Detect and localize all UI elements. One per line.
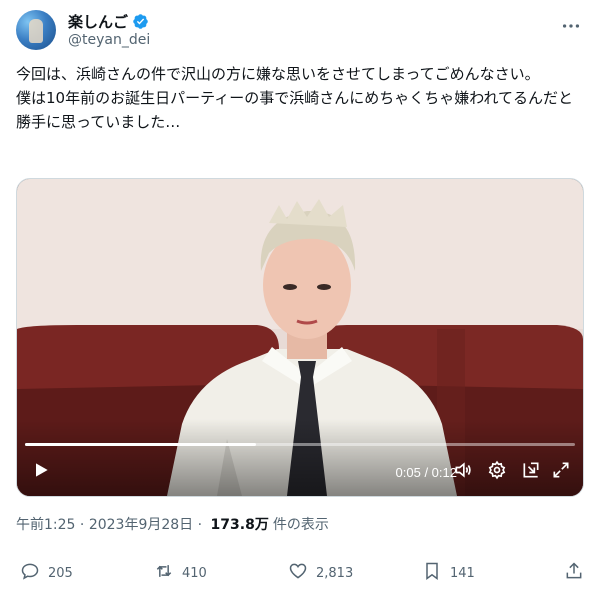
tweet-text: 今回は、浜崎さんの件で沢山の方に嫌な思いをさせてしまってごめんなさい。 僕は10… xyxy=(16,65,573,131)
like-button[interactable]: 2,813 xyxy=(288,561,353,585)
avatar[interactable] xyxy=(16,10,56,50)
retweet-icon xyxy=(154,561,174,585)
verified-badge-icon[interactable] xyxy=(132,13,149,30)
progress-fill xyxy=(25,443,256,446)
retweet-button[interactable]: 410 xyxy=(154,561,207,585)
tweet-date[interactable]: 2023年9月28日 xyxy=(89,514,193,534)
reply-button[interactable]: 205 xyxy=(20,561,73,585)
bookmark-icon xyxy=(422,561,442,585)
progress-bar[interactable] xyxy=(25,443,575,446)
tweet-header: 楽しんご @teyan_dei xyxy=(16,10,586,54)
more-icon[interactable] xyxy=(560,16,582,36)
video-time: 0:05 / 0:12 xyxy=(395,465,457,480)
reply-icon xyxy=(20,561,40,585)
meta-separator: · xyxy=(193,517,207,533)
picture-in-picture-icon[interactable] xyxy=(521,460,541,484)
tweet-meta: 午前1:25 · 2023年9月28日 · 173.8万 件の表示 xyxy=(16,514,329,534)
retweet-count: 410 xyxy=(182,565,207,581)
meta-separator: · xyxy=(75,517,89,533)
tweet-time[interactable]: 午前1:25 xyxy=(16,514,75,534)
video-player[interactable]: 0:05 / 0:12 xyxy=(16,178,584,497)
action-bar: 205 410 2,813 141 xyxy=(16,562,586,587)
video-frame xyxy=(17,179,583,496)
user-handle[interactable]: @teyan_dei xyxy=(68,32,150,48)
bookmark-button[interactable]: 141 xyxy=(422,561,475,585)
display-name[interactable]: 楽しんご xyxy=(68,11,128,32)
view-count: 173.8万 xyxy=(210,517,269,533)
name-row: 楽しんご xyxy=(68,11,149,32)
share-button[interactable] xyxy=(564,561,584,585)
reply-count: 205 xyxy=(48,565,73,581)
fullscreen-icon[interactable] xyxy=(551,460,571,484)
play-icon[interactable] xyxy=(31,460,51,484)
video-controls: 0:05 / 0:12 xyxy=(17,450,583,496)
bookmark-count: 141 xyxy=(450,565,475,581)
gear-icon[interactable] xyxy=(487,460,507,484)
share-icon xyxy=(564,561,584,585)
volume-icon[interactable] xyxy=(453,460,473,484)
heart-icon xyxy=(288,561,308,585)
view-label: 件の表示 xyxy=(272,517,329,533)
like-count: 2,813 xyxy=(316,565,354,581)
